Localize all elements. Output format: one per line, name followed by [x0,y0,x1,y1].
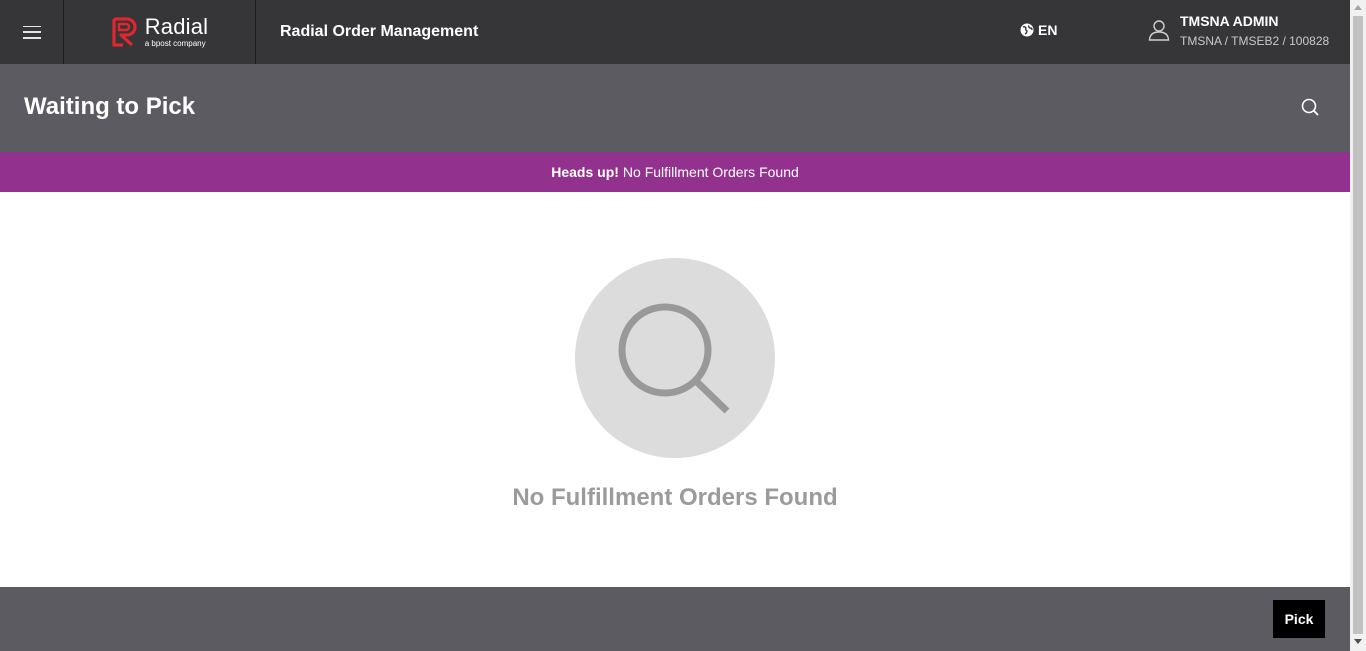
footer-bar: Pick [0,587,1350,651]
user-context: TMSNA / TMSEB2 / 100828 [1180,34,1330,48]
language-selector[interactable]: EN [1020,22,1057,38]
alert-banner: Heads up! No Fulfillment Orders Found [0,152,1350,192]
empty-state-message: No Fulfillment Orders Found [512,484,838,511]
search-icon [1301,98,1319,116]
vertical-scrollbar[interactable] [1350,0,1366,651]
user-name: TMSNA ADMIN [1180,13,1279,29]
brand-tagline: a bpost company [144,39,206,48]
language-label: EN [1038,22,1058,38]
user-menu[interactable]: TMSNA ADMIN TMSNA / TMSEB2 / 100828 [1148,13,1329,48]
app-title: Radial Order Management [280,23,479,40]
alert-heading: Heads up! [551,164,619,180]
brand-logo[interactable]: Radial a bpost company [64,0,256,64]
scrollbar-thumb[interactable] [1353,16,1363,634]
brand-name: Radial [144,14,209,39]
menu-button[interactable] [0,0,64,64]
user-icon [1148,20,1170,41]
globe-icon [1020,23,1034,37]
pick-button[interactable]: Pick [1273,600,1325,638]
scroll-down-icon[interactable] [1354,639,1362,644]
alert-message: No Fulfillment Orders Found [622,164,799,180]
empty-state-illustration [575,258,775,458]
page-header: Waiting to Pick [0,64,1350,152]
top-navbar: Radial a bpost company Radial Order Mana… [0,0,1350,64]
radial-logo-icon [112,17,137,47]
scroll-up-icon[interactable] [1354,5,1362,10]
page-title: Waiting to Pick [24,93,196,120]
search-button[interactable] [1300,97,1322,119]
menu-icon [22,25,41,39]
empty-search-icon [618,303,730,414]
